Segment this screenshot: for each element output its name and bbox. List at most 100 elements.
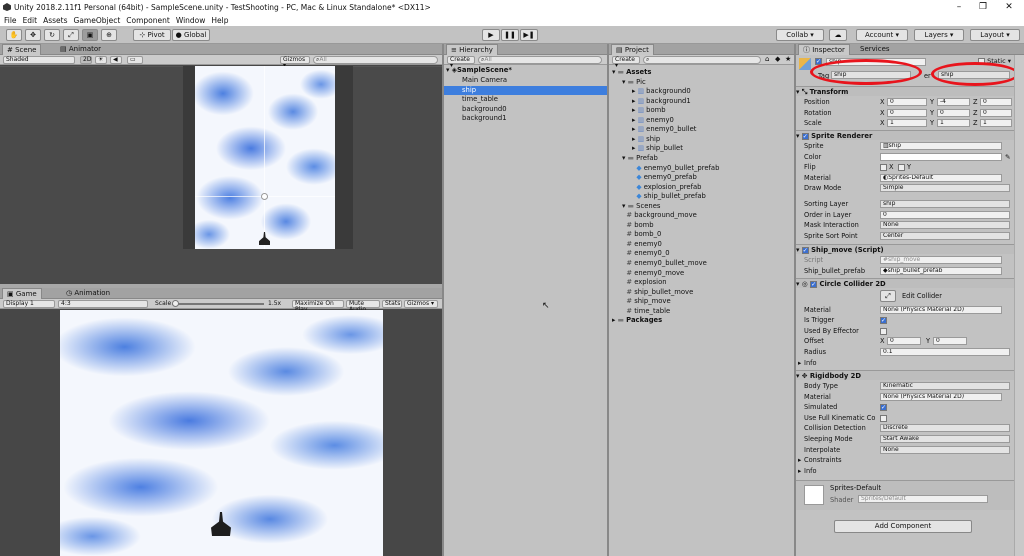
maximize-on-play-toggle[interactable]: Maximize On Play	[292, 300, 344, 313]
project-item-prefab[interactable]: ◆ explosion_prefab	[632, 183, 701, 193]
display-dropdown[interactable]: Display 1	[3, 300, 55, 308]
project-item-script[interactable]: # bomb_0	[622, 230, 661, 240]
shader-dropdown[interactable]: Sprites/Default	[858, 495, 988, 503]
project-item-script[interactable]: # enemy0_0	[622, 249, 669, 259]
hierarchy-item[interactable]: background0	[462, 105, 507, 115]
offset-x-field[interactable]: 0	[887, 337, 921, 346]
shading-dropdown[interactable]: Shaded	[3, 56, 75, 64]
tab-game[interactable]: ▣ Game	[2, 288, 42, 299]
hand-tool-icon[interactable]: ✋	[6, 29, 22, 41]
transform-header[interactable]: ▾ ⤡ Transform	[796, 86, 1014, 96]
project-item-folder[interactable]: ▾ ▬ Pic	[622, 78, 646, 88]
tab-services[interactable]: Services	[856, 44, 894, 55]
project-item-sprite[interactable]: ▸ ▥ enemy0	[632, 116, 674, 126]
filter-by-label-icon[interactable]: ◆	[775, 55, 780, 63]
is-trigger-checkbox[interactable]: ✓	[880, 317, 887, 325]
rb-material-field[interactable]: None (Physics Material 2D)	[880, 392, 1002, 401]
global-toggle[interactable]: ● Global	[172, 29, 210, 41]
game-gizmos-dropdown[interactable]: Gizmos ▾	[404, 300, 438, 308]
project-item-folder[interactable]: ▾ ▬ Assets	[612, 68, 651, 78]
component-enabled-checkbox[interactable]: ✓	[801, 132, 809, 140]
scale-tool-icon[interactable]: ⤢	[63, 29, 79, 41]
project-item-prefab[interactable]: ◆ enemy0_bullet_prefab	[632, 164, 719, 174]
rotation-x-field[interactable]: 0	[887, 108, 927, 117]
project-item-folder[interactable]: ▸ ▬ Packages	[612, 316, 662, 326]
project-item-prefab[interactable]: ◆ ship_bullet_prefab	[632, 192, 706, 202]
menu-assets[interactable]: Assets	[43, 16, 67, 25]
menu-component[interactable]: Component	[126, 16, 170, 25]
flip-x-checkbox[interactable]	[880, 164, 887, 172]
menu-edit[interactable]: Edit	[23, 16, 38, 25]
stats-toggle[interactable]: Stats	[382, 300, 402, 308]
rotate-tool-icon[interactable]: ↻	[44, 29, 60, 41]
menu-window[interactable]: Window	[176, 16, 206, 25]
edit-collider-button[interactable]: ⤢	[880, 290, 896, 302]
project-item-script[interactable]: # background_move	[622, 211, 696, 221]
tab-animator[interactable]: ▤ Animator	[56, 44, 105, 55]
menu-gameobject[interactable]: GameObject	[74, 16, 121, 25]
mask-interaction-dropdown[interactable]: None	[880, 221, 1010, 230]
move-tool-icon[interactable]: ✥	[25, 29, 41, 41]
project-item-prefab[interactable]: ◆ enemy0_prefab	[632, 173, 696, 183]
scale-y-field[interactable]: 1	[937, 119, 970, 128]
simulated-checkbox[interactable]: ✓	[880, 404, 887, 412]
maximize-icon[interactable]: ❐	[970, 0, 996, 14]
transform-tool-icon[interactable]: ⊕	[101, 29, 117, 41]
tab-project[interactable]: ▤ Project	[611, 44, 654, 55]
interpolate-dropdown[interactable]: None	[880, 445, 1010, 454]
scale-x-field[interactable]: 1	[887, 119, 927, 128]
menu-help[interactable]: Help	[211, 16, 228, 25]
pivot-toggle[interactable]: ⊹ Pivot	[133, 29, 171, 41]
hierarchy-item[interactable]: time_table	[462, 95, 498, 105]
panel-splitter[interactable]	[607, 44, 609, 556]
project-item-sprite[interactable]: ▸ ▥ background1	[632, 97, 691, 107]
tab-hierarchy[interactable]: ≡ Hierarchy	[446, 44, 498, 55]
scene-search-input[interactable]: ⌕All	[313, 56, 438, 64]
lighting-toggle-icon[interactable]: ☀	[95, 56, 107, 64]
order-in-layer-field[interactable]: 0	[880, 210, 1010, 219]
cloud-icon[interactable]: ☁	[829, 29, 847, 41]
ship-bullet-prefab-field[interactable]: ◆ship_bullet_prefab	[880, 266, 1002, 275]
pause-button[interactable]: ❚❚	[501, 29, 519, 41]
hierarchy-scene-root[interactable]: ▾ ◈SampleScene*	[446, 66, 512, 76]
tab-scene[interactable]: # Scene	[2, 44, 42, 55]
sr-material-field[interactable]: ◐Sprites-Default	[880, 173, 1002, 182]
project-item-folder[interactable]: ▾ ▬ Scenes	[622, 202, 660, 212]
component-enabled-checkbox[interactable]: ✓	[801, 246, 809, 254]
sorting-layer-dropdown[interactable]: ship	[880, 200, 1010, 208]
layers-dropdown[interactable]: Layers ▾	[914, 29, 964, 41]
scale-slider-thumb[interactable]	[172, 300, 179, 307]
collision-detection-dropdown[interactable]: Discrete	[880, 424, 1010, 433]
component-enabled-checkbox[interactable]: ✓	[810, 280, 818, 288]
flip-y-checkbox[interactable]	[898, 164, 905, 172]
project-item-script[interactable]: # ship_move	[622, 297, 670, 307]
project-search-input[interactable]: ⌕	[643, 56, 761, 64]
project-item-sprite[interactable]: ▸ ▥ enemy0_bullet	[632, 125, 696, 135]
ship-move-header[interactable]: ▾ ✓ Ship_move (Script)	[796, 244, 1014, 254]
hierarchy-item-selected[interactable]: ship	[444, 85, 607, 96]
project-item-sprite[interactable]: ▸ ▥ ship_bullet	[632, 144, 683, 154]
cc-material-field[interactable]: None (Physics Material 2D)	[880, 305, 1002, 314]
scale-slider[interactable]	[172, 300, 264, 307]
close-icon[interactable]: ✕	[996, 0, 1022, 14]
aspect-dropdown[interactable]: 4:3	[58, 300, 148, 308]
position-y-field[interactable]: -4	[937, 98, 970, 106]
tab-inspector[interactable]: ⓘ Inspector	[798, 44, 850, 55]
add-component-button[interactable]: Add Component	[834, 520, 972, 533]
game-view[interactable]	[60, 310, 383, 556]
inspector-scrollbar[interactable]	[1014, 55, 1024, 556]
tab-animation[interactable]: ◷ Animation	[62, 288, 114, 299]
panel-splitter[interactable]	[794, 44, 796, 556]
full-kinematic-checkbox[interactable]	[880, 414, 887, 422]
cc-info-foldout[interactable]: ▸ Info	[796, 358, 1014, 369]
rotation-z-field[interactable]: 0	[980, 108, 1012, 117]
mode-2d-toggle[interactable]: 2D	[80, 56, 92, 64]
favorites-icon[interactable]: ★	[785, 55, 791, 63]
sprite-field[interactable]: ▥ship	[880, 142, 1002, 150]
collab-dropdown[interactable]: Collab ▾	[776, 29, 824, 41]
step-button[interactable]: ▶❚	[520, 29, 538, 41]
mute-audio-toggle[interactable]: Mute Audio	[346, 300, 380, 313]
constraints-foldout[interactable]: ▸ Constraints	[796, 455, 1014, 466]
project-item-script[interactable]: # time_table	[622, 307, 670, 317]
gizmos-dropdown[interactable]: Gizmos ▾	[280, 56, 310, 69]
